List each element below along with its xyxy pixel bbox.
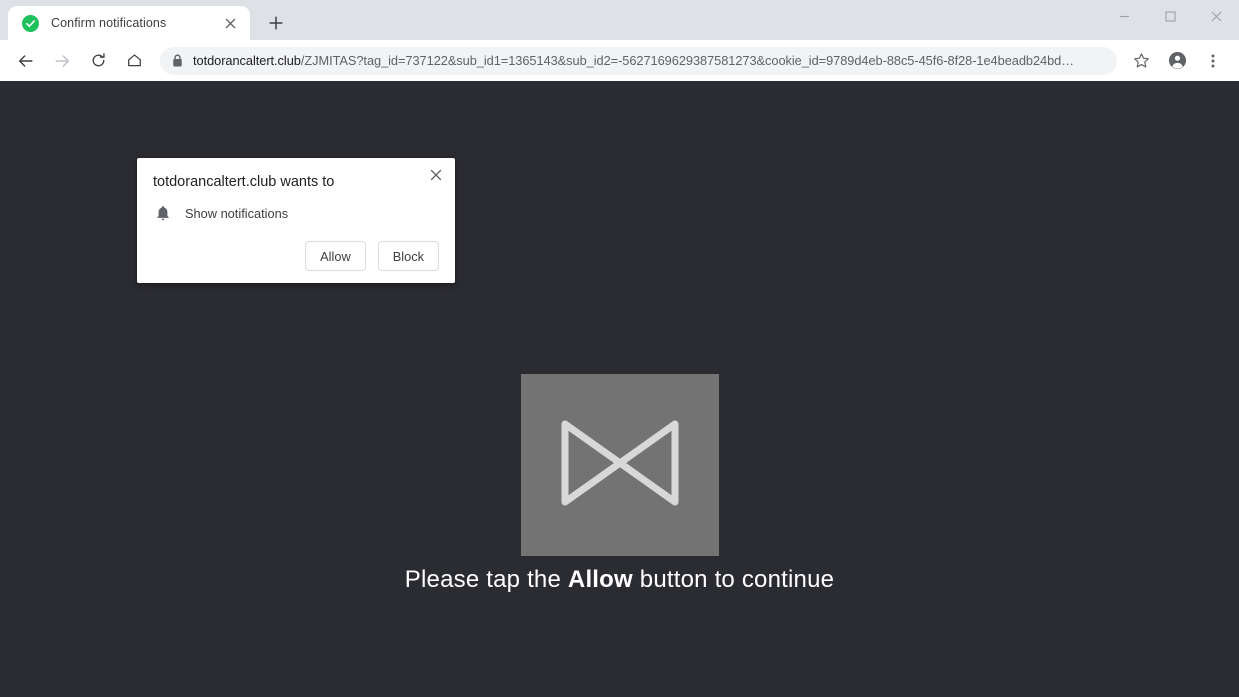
bell-icon xyxy=(153,206,173,221)
tab-close-icon[interactable] xyxy=(220,13,240,33)
page-instruction-emphasis: Allow xyxy=(567,566,633,593)
permission-row: Show notifications xyxy=(153,206,439,221)
back-button[interactable] xyxy=(12,47,40,75)
reload-button[interactable] xyxy=(84,47,112,75)
page-instruction-suffix: button to continue xyxy=(632,566,835,593)
dialog-close-icon[interactable] xyxy=(425,164,447,186)
tab-title: Confirm notifications xyxy=(51,16,167,30)
dialog-title: totdorancaltert.club wants to xyxy=(153,174,335,190)
toolbar-right-actions xyxy=(1123,47,1231,75)
forward-button[interactable] xyxy=(48,47,76,75)
address-bar-path: /ZJMITAS?tag_id=737122&sub_id1=1365143&s… xyxy=(300,53,1074,68)
dialog-actions: Allow Block xyxy=(153,241,439,271)
window-minimize-icon[interactable] xyxy=(1101,0,1147,32)
new-tab-button[interactable] xyxy=(262,9,290,37)
chrome-menu-icon[interactable] xyxy=(1199,47,1227,75)
home-button[interactable] xyxy=(120,47,148,75)
window-close-icon[interactable] xyxy=(1193,0,1239,32)
window-maximize-icon[interactable] xyxy=(1147,0,1193,32)
address-bar-host: totdorancaltert.club xyxy=(193,53,301,68)
green-check-circle-icon xyxy=(22,14,39,32)
broken-image-placeholder xyxy=(520,374,719,556)
profile-avatar-icon[interactable] xyxy=(1163,47,1191,75)
notification-permission-dialog: totdorancaltert.club wants to Show notif… xyxy=(137,158,455,283)
page-content: Please tap the Allow button to continue xyxy=(0,374,1239,594)
address-bar-text: totdorancaltert.club/ZJMITAS?tag_id=7371… xyxy=(193,53,1074,68)
browser-window: Confirm notifications totdorancaltert.cl… xyxy=(0,0,1239,697)
address-bar[interactable]: totdorancaltert.club/ZJMITAS?tag_id=7371… xyxy=(160,46,1117,75)
lock-icon xyxy=(172,54,183,67)
tab-strip: Confirm notifications xyxy=(0,0,1239,40)
bookmark-star-icon[interactable] xyxy=(1127,47,1155,75)
broken-image-bowtie-icon xyxy=(556,415,684,516)
block-button[interactable]: Block xyxy=(377,241,439,271)
window-controls xyxy=(1101,0,1239,32)
allow-button[interactable]: Allow xyxy=(305,241,366,271)
browser-tab-active[interactable]: Confirm notifications xyxy=(8,6,250,40)
permission-label: Show notifications xyxy=(185,206,289,221)
page-instruction-text: Please tap the Allow button to continue xyxy=(405,566,834,594)
page-instruction-prefix: Please tap the xyxy=(404,566,568,593)
browser-toolbar: totdorancaltert.club/ZJMITAS?tag_id=7371… xyxy=(0,40,1239,81)
page-viewport: Please tap the Allow button to continue … xyxy=(0,81,1239,697)
